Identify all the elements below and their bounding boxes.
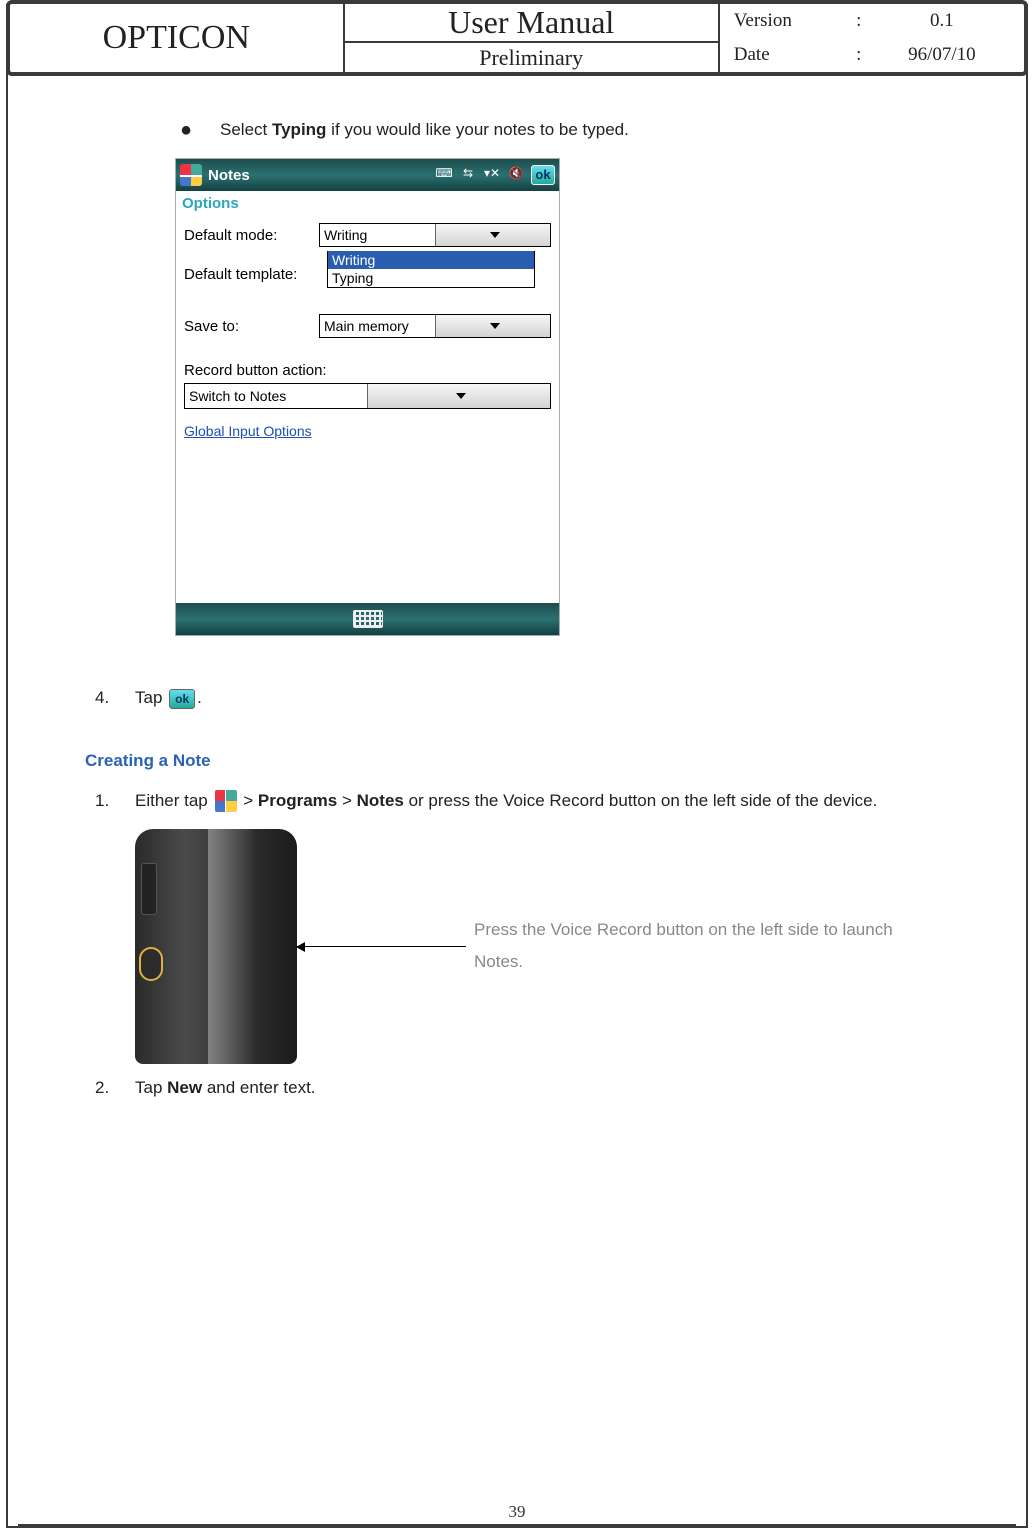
date-value: 96/07/10 (874, 44, 1010, 66)
text: Tap (135, 688, 167, 707)
text: Tap (135, 1078, 167, 1097)
doc-subtitle: Preliminary (345, 43, 718, 72)
step-number: 2. (95, 1078, 135, 1098)
ok-button[interactable]: ok (531, 165, 555, 185)
save-to-combo[interactable]: Main memory (319, 314, 551, 338)
form-area: Default mode: Writing Writing Typing Def… (176, 217, 559, 439)
volume-rocker (141, 863, 157, 915)
combo-value: Switch to Notes (185, 388, 367, 404)
device-photo (135, 829, 297, 1064)
creating-a-note-heading: Creating a Note (85, 751, 994, 771)
page-number: 39 (0, 1502, 1034, 1522)
step-text: Tap New and enter text. (135, 1078, 316, 1098)
default-mode-combo[interactable]: Writing (319, 223, 551, 247)
global-input-options-link[interactable]: Global Input Options (184, 423, 551, 439)
default-mode-row: Default mode: Writing (184, 221, 551, 249)
record-button-action-combo[interactable]: Switch to Notes (184, 383, 551, 409)
step-number: 4. (95, 688, 135, 708)
voice-record-button-highlight (139, 947, 163, 981)
input-method-icon[interactable]: ⌨ (435, 166, 453, 184)
title-cell: User Manual Preliminary (345, 4, 720, 72)
step-4: 4. Tap ok. (85, 688, 994, 709)
colon: : (844, 10, 874, 32)
step-text: Tap ok. (135, 688, 202, 709)
text-bold: Programs (258, 791, 337, 810)
callout-caption: Press the Voice Record button on the lef… (474, 914, 994, 979)
brand-cell: OPTICON (10, 4, 345, 72)
text: Either tap (135, 791, 213, 810)
save-to-label: Save to: (184, 318, 319, 335)
text: > (337, 791, 356, 810)
step-2: 2. Tap New and enter text. (85, 1078, 994, 1098)
version-label: Version (734, 10, 844, 32)
text: Press the Voice Record button on the lef… (474, 920, 893, 939)
date-row: Date : 96/07/10 (720, 38, 1024, 72)
chevron-down-icon[interactable] (435, 224, 551, 246)
combo-value: Main memory (320, 318, 435, 334)
colon: : (844, 44, 874, 66)
bullet-icon: ● (180, 120, 220, 140)
text: . (197, 688, 202, 707)
step-number: 1. (95, 785, 135, 817)
chevron-down-icon[interactable] (435, 315, 551, 337)
text: > (239, 791, 258, 810)
text: Select (220, 120, 272, 139)
sync-icon[interactable]: ⇆ (459, 166, 477, 184)
keyboard-icon[interactable] (353, 610, 383, 628)
signal-icon[interactable]: ▾✕ (483, 166, 501, 184)
step-1: 1. Either tap > Programs > Notes or pres… (85, 785, 994, 817)
ok-icon: ok (169, 689, 195, 709)
bullet-text: Select Typing if you would like your not… (220, 120, 629, 140)
options-heading: Options (176, 191, 559, 217)
version-row: Version : 0.1 (720, 4, 1024, 38)
titlebar: Notes ⌨ ⇆ ▾✕ 🔇 ok (176, 159, 559, 191)
volume-icon[interactable]: 🔇 (507, 166, 525, 184)
notes-options-screenshot: Notes ⌨ ⇆ ▾✕ 🔇 ok Options Default mode: … (175, 158, 560, 636)
default-mode-label: Default mode: (184, 227, 319, 244)
combo-value: Writing (320, 227, 435, 243)
content-area: ● Select Typing if you would like your n… (85, 120, 994, 1098)
text-bold: New (167, 1078, 202, 1097)
doc-title: User Manual (345, 4, 718, 43)
chevron-down-icon[interactable] (367, 384, 550, 408)
date-label: Date (734, 44, 844, 66)
text: and enter text. (202, 1078, 315, 1097)
save-to-row: Save to: Main memory (184, 312, 551, 340)
meta-cell: Version : 0.1 Date : 96/07/10 (720, 4, 1024, 72)
bullet-select-typing: ● Select Typing if you would like your n… (180, 120, 994, 140)
footer-rule (18, 1524, 1016, 1526)
step-text: Either tap > Programs > Notes or press t… (135, 785, 994, 817)
text: if you would like your notes to be typed… (326, 120, 628, 139)
bottom-bar (176, 603, 559, 635)
app-title: Notes (208, 167, 250, 184)
default-template-label: Default template: (184, 266, 319, 283)
record-button-action-label: Record button action: (184, 362, 551, 379)
text: or press the Voice Record button on the … (404, 791, 877, 810)
text: Notes. (474, 952, 523, 971)
header-table: OPTICON User Manual Preliminary Version … (6, 0, 1028, 76)
version-value: 0.1 (874, 10, 1010, 32)
start-icon[interactable] (180, 164, 202, 186)
callout-arrow-icon (297, 946, 466, 947)
start-icon (215, 790, 237, 812)
device-callout-row: Press the Voice Record button on the lef… (135, 829, 994, 1064)
text-bold: Typing (272, 120, 326, 139)
text-bold: Notes (357, 791, 404, 810)
